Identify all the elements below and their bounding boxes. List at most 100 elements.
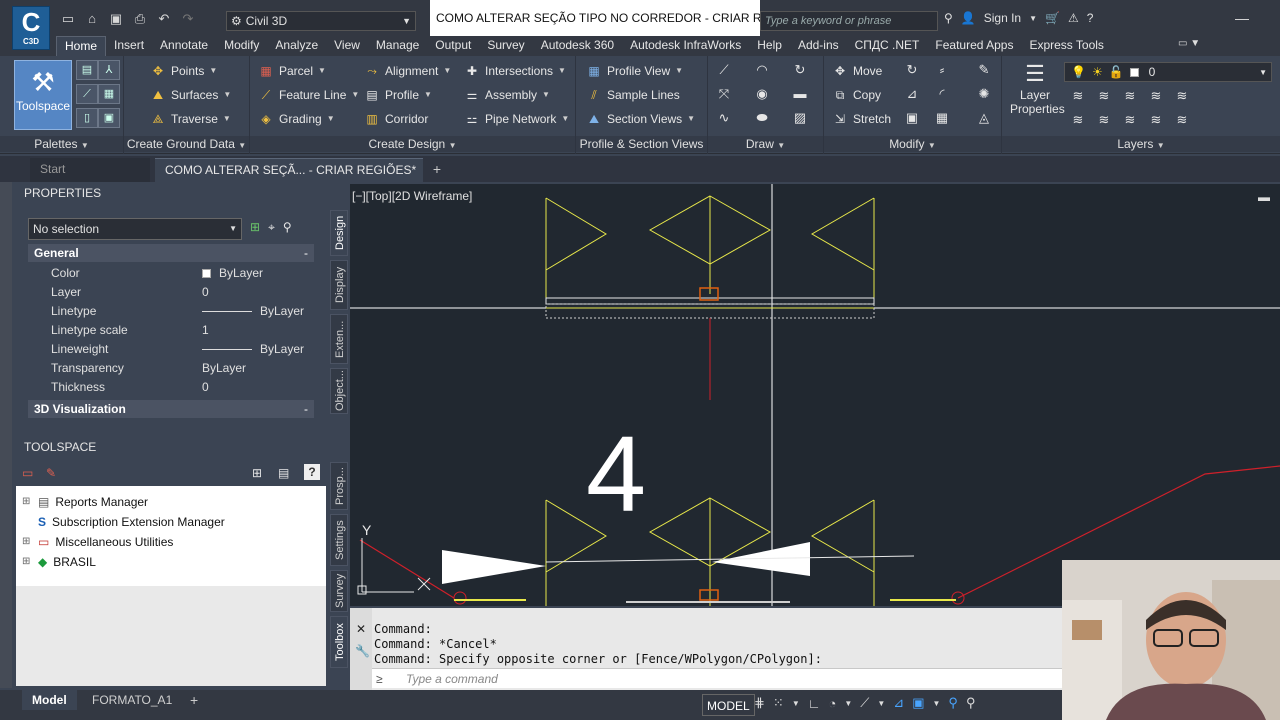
tab-annotate[interactable]: Annotate [152, 36, 216, 56]
layers-panel-title[interactable]: Layers ▼ [1002, 136, 1280, 152]
app-menu-button[interactable]: C C3D [12, 6, 50, 50]
polar-icon[interactable]: ◔ [828, 696, 836, 711]
rotate-arrow-icon[interactable]: ↻ [790, 60, 810, 80]
chevron-down-icon[interactable]: ▼ [1029, 14, 1037, 23]
tab-spds-net[interactable]: СПДС .NET [847, 36, 928, 56]
surfaces-button[interactable]: ⛰ Surfaces ▼ [150, 84, 231, 106]
minimize-window-button[interactable]: — [1232, 8, 1252, 28]
rotate-icon[interactable]: ↻ [902, 60, 922, 80]
tree-item-reports-manager[interactable]: ⊞ ▤ Reports Manager [22, 492, 148, 512]
cart-icon[interactable]: 🛒 [1045, 11, 1060, 25]
side-tab-display[interactable]: Display [330, 260, 348, 310]
annotation-scale-icon[interactable]: ⚲ [948, 695, 958, 711]
layer-tool-6-icon[interactable]: ≋ [1068, 110, 1088, 130]
tree-item-subscription-extension-manager[interactable]: S Subscription Extension Manager [22, 512, 225, 532]
tree-item-miscellaneous-utilities[interactable]: ⊞ ▭ Miscellaneous Utilities [22, 532, 173, 552]
object-snap-tracking-icon[interactable]: ⟋ [860, 695, 869, 711]
alignment-button[interactable]: ⤳ Alignment ▼ [364, 60, 451, 82]
traverse-button[interactable]: ⟁ Traverse ▼ [150, 108, 231, 130]
circle-icon[interactable]: ◉ [752, 84, 772, 104]
ortho-icon[interactable]: ∟ [808, 696, 821, 711]
parcel-button[interactable]: ▦ Parcel ▼ [258, 60, 326, 82]
side-tab-object[interactable]: Object... [330, 368, 348, 414]
layout-tab-formato-a1[interactable]: FORMATO_A1 [82, 690, 182, 710]
new-file-icon[interactable]: ▭ [58, 9, 78, 29]
ribbon-minimize-toggle[interactable]: ▭ ▼ [1178, 38, 1200, 49]
command-input[interactable]: ≥ Type a command [372, 668, 1062, 688]
prospector-icon[interactable]: ▤ [76, 60, 98, 80]
survey-palette-icon[interactable]: ⟋ [76, 84, 98, 104]
modify-panel-title[interactable]: Modify ▼ [824, 136, 1001, 152]
palettes-panel-title[interactable]: Palettes ▼ [0, 136, 123, 152]
annotation-visibility-icon[interactable]: ⚲ [966, 695, 976, 711]
layer-tool-1-icon[interactable]: ≋ [1068, 86, 1088, 106]
help-icon[interactable]: ? [1087, 11, 1094, 25]
layer-tool-3-icon[interactable]: ≋ [1120, 86, 1140, 106]
grid-icon[interactable]: ⋕ [754, 695, 765, 711]
profile-section-views-title[interactable]: Profile & Section Views [576, 136, 707, 152]
ellipse-icon[interactable]: ⬬ [752, 108, 772, 128]
property-row-linetype[interactable]: Linetype ByLayer [28, 302, 314, 321]
offset-icon[interactable]: ◬ [974, 108, 994, 128]
chevron-down-icon[interactable]: ▼ [844, 699, 852, 708]
mirror-icon[interactable]: ⊿ [902, 84, 922, 104]
redo-icon[interactable]: ↷ [178, 9, 198, 29]
drawing-viewport[interactable]: [−][Top][2D Wireframe] ▬ 4 Y [350, 184, 1280, 606]
file-tab-document[interactable]: COMO ALTERAR SEÇÃ... - CRIAR REGIÕES* [155, 158, 423, 182]
layer-tool-7-icon[interactable]: ≋ [1094, 110, 1114, 130]
chevron-down-icon[interactable]: ▼ [877, 699, 885, 708]
close-icon[interactable]: ✕ [356, 622, 366, 636]
object-snap-icon[interactable]: ▣ [912, 695, 924, 711]
3d-visualization-section-header[interactable]: 3D Visualization - [28, 400, 314, 418]
property-row-layer[interactable]: Layer 0 [28, 283, 314, 302]
isodraft-icon[interactable]: ⊿ [893, 695, 904, 711]
binoculars-icon[interactable]: ⚲ [944, 11, 953, 25]
layer-tool-2-icon[interactable]: ≋ [1094, 86, 1114, 106]
tree-item-brasil[interactable]: ⊞ ◆ BRASIL [22, 552, 96, 572]
tab-modify[interactable]: Modify [216, 36, 267, 56]
side-tab-toolbox[interactable]: Toolbox [330, 616, 348, 668]
arc-icon[interactable]: ◠ [752, 60, 772, 80]
tab-survey[interactable]: Survey [479, 36, 532, 56]
snap-icon[interactable]: ⁙ [773, 695, 784, 711]
property-row-thickness[interactable]: Thickness 0 [28, 378, 314, 397]
tab-help[interactable]: Help [749, 36, 790, 56]
create-design-title[interactable]: Create Design ▼ [250, 136, 575, 152]
assembly-button[interactable]: ⚌ Assembly ▼ [464, 84, 550, 106]
array-icon[interactable]: ▦ [932, 108, 952, 128]
chevron-down-icon[interactable]: ▼ [792, 699, 800, 708]
layout-tab-model[interactable]: Model [22, 690, 77, 710]
tab-view[interactable]: View [326, 36, 368, 56]
selection-dropdown[interactable]: No selection ▼ [28, 218, 242, 240]
draw-panel-title[interactable]: Draw ▼ [708, 136, 823, 152]
explode-icon[interactable]: ✺ [974, 84, 994, 104]
wrench-icon[interactable]: 🔧 [355, 644, 370, 658]
intersections-button[interactable]: ✚ Intersections ▼ [464, 60, 566, 82]
save-icon[interactable]: ▣ [106, 9, 126, 29]
settings-palette-icon[interactable]: ⅄ [98, 60, 120, 80]
tree-view-icon[interactable]: ⊞ [252, 466, 262, 480]
toggle-pickadd-icon[interactable]: ⊞ [250, 220, 260, 235]
viewport-minimize[interactable]: ▬ [1258, 190, 1270, 204]
property-row-linetype-scale[interactable]: Linetype scale 1 [28, 321, 314, 340]
side-tab-design[interactable]: Design [330, 210, 348, 256]
toolbox-icon[interactable]: ▭ [22, 466, 33, 480]
layer-dropdown[interactable]: 💡 ☀ 🔓 0 ▼ [1064, 62, 1272, 82]
tab-analyze[interactable]: Analyze [267, 36, 326, 56]
a360-icon[interactable]: ⚠ [1068, 11, 1079, 25]
file-tab-start[interactable]: Start [30, 158, 150, 182]
points-button[interactable]: ✥ Points ▼ [150, 60, 217, 82]
toolspace-button[interactable]: ⚒ Toolspace [14, 60, 72, 130]
item-view-icon[interactable]: ▤ [278, 466, 289, 480]
layer-tool-4-icon[interactable]: ≋ [1146, 86, 1166, 106]
sample-lines-button[interactable]: ⫽ Sample Lines [586, 84, 679, 106]
layer-tool-8-icon[interactable]: ≋ [1120, 110, 1140, 130]
property-row-lineweight[interactable]: Lineweight ByLayer [28, 340, 314, 359]
create-ground-data-title[interactable]: Create Ground Data ▼ [124, 136, 249, 152]
scale-icon[interactable]: ▣ [902, 108, 922, 128]
tab-featured-apps[interactable]: Featured Apps [927, 36, 1021, 56]
quick-select-icon[interactable]: ⚲ [283, 220, 292, 235]
tab-output[interactable]: Output [427, 36, 479, 56]
search-input[interactable]: Type a keyword or phrase [760, 11, 938, 31]
properties-palette-icon[interactable]: ▯ [76, 108, 98, 128]
